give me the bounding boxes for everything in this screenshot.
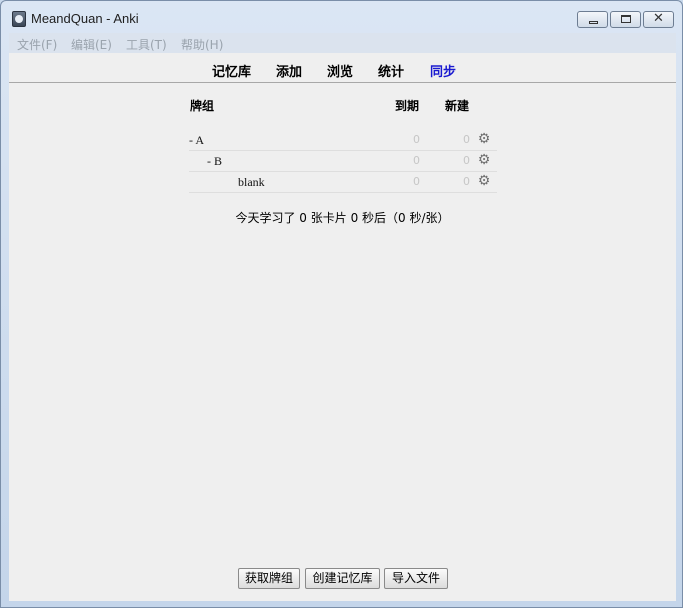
study-summary: 今天学习了 0 张卡片 0 秒后（0 秒/张） bbox=[235, 211, 450, 225]
minimize-button[interactable] bbox=[577, 11, 608, 28]
menu-file[interactable]: 文件(F) bbox=[17, 36, 57, 53]
header-due: 到期 bbox=[395, 99, 420, 113]
toolbar-decks[interactable]: 记忆库 bbox=[212, 61, 251, 80]
close-icon: ✕ bbox=[653, 11, 664, 26]
title-bar[interactable]: MeandQuan - Anki ✕ bbox=[1, 1, 682, 33]
menu-edit[interactable]: 编辑(E) bbox=[71, 36, 112, 53]
maximize-icon bbox=[621, 15, 631, 23]
deck-due-count: 0 bbox=[413, 175, 420, 188]
menu-tools[interactable]: 工具(T) bbox=[126, 36, 167, 53]
toolbar-add[interactable]: 添加 bbox=[276, 61, 302, 80]
deck-row-a[interactable]: - A 0 0 ⚙ bbox=[189, 130, 497, 151]
deck-due-count: 0 bbox=[413, 154, 420, 167]
toolbar-sync[interactable]: 同步 bbox=[430, 61, 456, 80]
deck-row-blank[interactable]: blank 0 0 ⚙ bbox=[189, 172, 497, 193]
window-title: MeandQuan - Anki bbox=[31, 11, 139, 26]
close-button[interactable]: ✕ bbox=[643, 11, 674, 28]
toolbar-browse[interactable]: 浏览 bbox=[327, 61, 353, 80]
get-shared-decks-button[interactable]: 获取牌组 bbox=[238, 568, 300, 589]
deck-due-count: 0 bbox=[413, 133, 420, 146]
menu-help[interactable]: 帮助(H) bbox=[181, 36, 223, 53]
deck-row-b[interactable]: - B 0 0 ⚙ bbox=[189, 151, 497, 172]
top-toolbar: 记忆库 添加 浏览 统计 同步 bbox=[9, 53, 676, 83]
minimize-icon bbox=[589, 21, 598, 24]
deck-new-count: 0 bbox=[463, 175, 470, 188]
import-file-button[interactable]: 导入文件 bbox=[384, 568, 448, 589]
deck-new-count: 0 bbox=[463, 154, 470, 167]
deck-name[interactable]: - A bbox=[189, 133, 204, 148]
create-deck-button[interactable]: 创建记忆库 bbox=[305, 568, 380, 589]
toolbar-stats[interactable]: 统计 bbox=[378, 61, 404, 80]
maximize-button[interactable] bbox=[610, 11, 641, 28]
header-deck: 牌组 bbox=[190, 99, 215, 113]
deck-name[interactable]: - B bbox=[207, 154, 222, 169]
deck-new-count: 0 bbox=[463, 133, 470, 146]
menu-bar: 文件(F) 编辑(E) 工具(T) 帮助(H) bbox=[9, 33, 676, 53]
gear-icon[interactable]: ⚙ bbox=[477, 132, 491, 146]
gear-icon[interactable]: ⚙ bbox=[477, 153, 491, 167]
anki-icon[interactable] bbox=[12, 11, 26, 27]
header-new: 新建 bbox=[445, 99, 470, 113]
gear-icon[interactable]: ⚙ bbox=[477, 174, 491, 188]
deck-name[interactable]: blank bbox=[238, 175, 265, 190]
anki-main-window: MeandQuan - Anki ✕ 文件(F) 编辑(E) 工具(T) 帮助(… bbox=[0, 0, 683, 608]
main-content: 记忆库 添加 浏览 统计 同步 牌组 到期 新建 - A 0 0 ⚙ - B 0… bbox=[9, 53, 676, 601]
